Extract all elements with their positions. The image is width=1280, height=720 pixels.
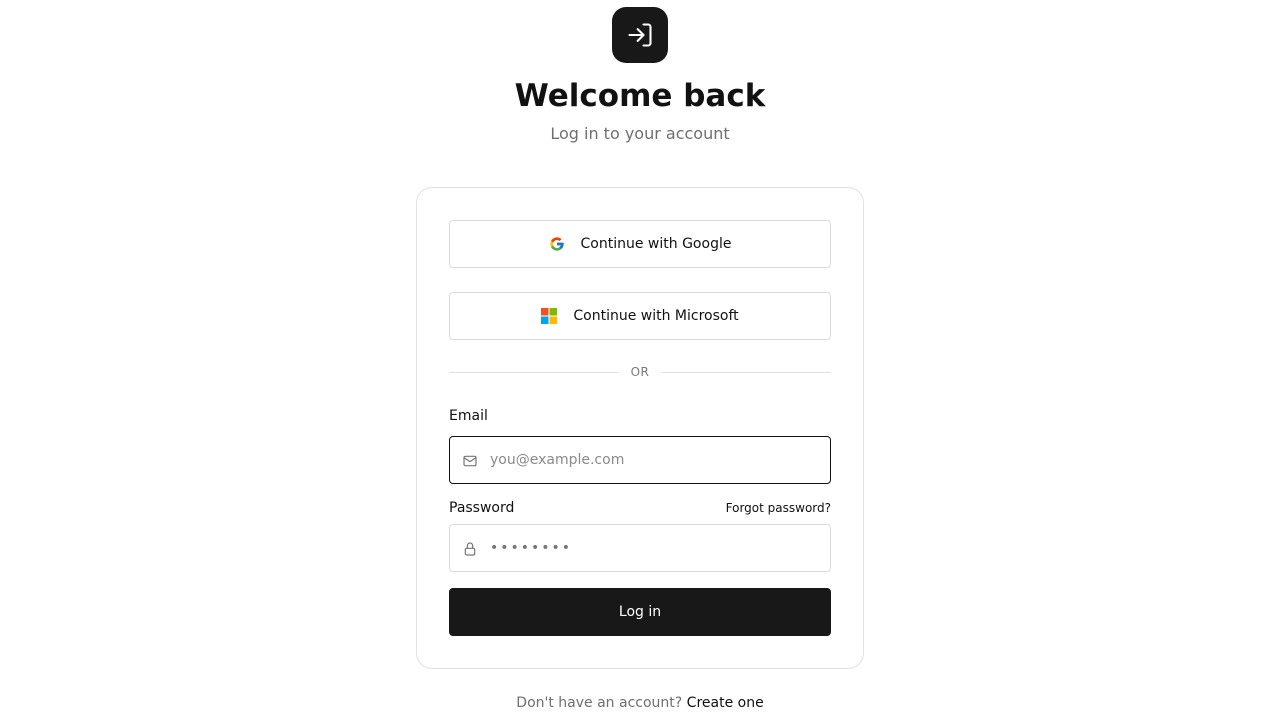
login-card: Continue with Google Continue with Micro… bbox=[416, 187, 864, 669]
continue-with-google-button[interactable]: Continue with Google bbox=[449, 220, 831, 268]
divider-line-right bbox=[661, 371, 832, 373]
create-account-link[interactable]: Create one bbox=[687, 695, 764, 711]
email-label: Email bbox=[449, 408, 488, 424]
google-logo-icon bbox=[549, 236, 565, 252]
log-in-icon bbox=[612, 7, 668, 63]
divider-line-left bbox=[449, 371, 619, 373]
mail-icon bbox=[462, 453, 478, 469]
password-label: Password bbox=[449, 500, 515, 516]
microsoft-button-label: Continue with Microsoft bbox=[573, 308, 739, 324]
forgot-password-link[interactable]: Forgot password? bbox=[726, 500, 831, 516]
email-field[interactable] bbox=[449, 436, 831, 484]
signup-prompt: Don't have an account? Create one bbox=[0, 694, 1280, 712]
log-in-button[interactable]: Log in bbox=[449, 588, 831, 636]
lock-icon bbox=[462, 541, 478, 557]
google-button-label: Continue with Google bbox=[580, 236, 732, 252]
password-input[interactable]: •••••••• bbox=[490, 540, 572, 556]
password-field[interactable]: •••••••• bbox=[449, 524, 831, 572]
or-divider: OR bbox=[449, 364, 832, 380]
divider-text: OR bbox=[630, 365, 650, 379]
signup-prompt-text: Don't have an account? bbox=[516, 695, 683, 711]
login-page: Welcome back Log in to your account Cont… bbox=[0, 0, 1280, 720]
page-title: Welcome back bbox=[514, 78, 766, 114]
page-subtitle: Log in to your account bbox=[550, 124, 730, 143]
microsoft-logo-icon bbox=[541, 308, 558, 324]
email-input[interactable] bbox=[490, 437, 820, 483]
continue-with-microsoft-button[interactable]: Continue with Microsoft bbox=[449, 292, 831, 340]
